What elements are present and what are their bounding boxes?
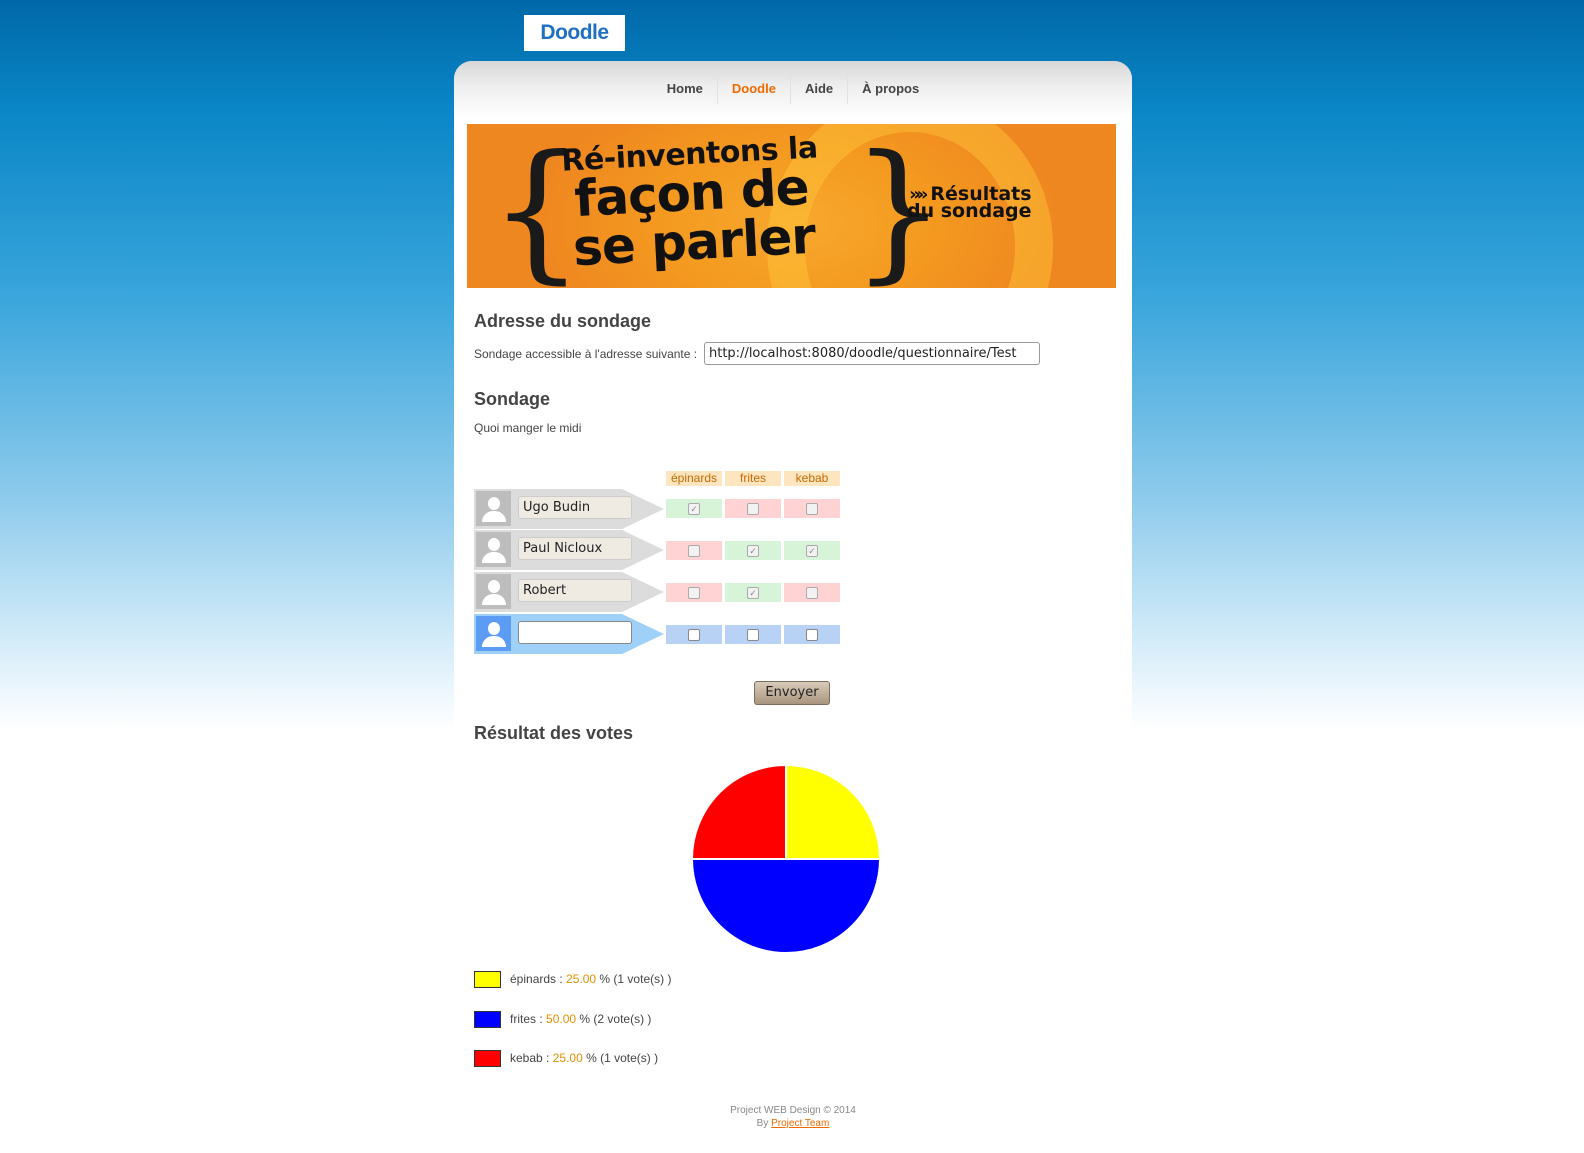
address-title: Adresse du sondage <box>474 311 652 331</box>
legend-label: épinards <box>510 972 557 986</box>
avatar-icon <box>476 574 511 609</box>
vote-cell-new[interactable] <box>666 625 722 644</box>
participant-name: Paul Nicloux <box>518 537 632 560</box>
vote-cell <box>725 499 781 518</box>
legend-votes: % (1 vote(s) ) <box>599 972 672 986</box>
header-banner: { Ré-inventons la façon de se parler } »… <box>467 124 1116 288</box>
checkbox-checked: ✓ <box>806 544 818 557</box>
checkbox-epinards[interactable] <box>688 628 700 641</box>
checkbox-checked: ✓ <box>747 586 759 599</box>
banner-results-line-2: du sondage <box>907 200 1032 222</box>
poll-description: Quoi manger le midi <box>474 421 582 435</box>
address-label: Sondage accessible à l'adresse suivante … <box>474 347 698 361</box>
checkbox-kebab[interactable] <box>806 628 818 641</box>
new-participant-name-input[interactable] <box>518 621 632 644</box>
nav-a-propos[interactable]: À propos <box>847 74 933 104</box>
legend-percent: 50.00 <box>546 1012 577 1026</box>
vote-cell: ✓ <box>666 499 722 518</box>
banner-headline: Ré-inventons la façon de se parler <box>529 130 855 277</box>
legend-text: épinards : 25.00 % (1 vote(s) ) <box>510 972 672 986</box>
pie-slice-kebab <box>690 763 787 860</box>
top-navigation: Home Doodle Aide À propos <box>454 61 1132 117</box>
vote-cell <box>666 541 722 560</box>
nav-home[interactable]: Home <box>653 74 717 104</box>
legend-text: frites : 50.00 % (2 vote(s) ) <box>510 1012 652 1026</box>
avatar-icon <box>476 491 511 526</box>
legend-votes: % (2 vote(s) ) <box>579 1012 652 1026</box>
nav-aide[interactable]: Aide <box>789 74 847 104</box>
pie-slice-épinards <box>785 763 882 860</box>
vote-cell <box>784 583 840 602</box>
vote-cell: ✓ <box>784 541 840 560</box>
poll-url-field[interactable]: http://localhost:8080/doodle/questionnai… <box>704 342 1040 365</box>
checkbox-unchecked <box>806 502 818 515</box>
vote-cell: ✓ <box>725 583 781 602</box>
legend-swatch <box>474 971 501 988</box>
checkbox-unchecked <box>688 586 700 599</box>
checkbox-unchecked <box>747 502 759 515</box>
doodle-logo[interactable]: Doodle <box>524 15 625 51</box>
checkbox-checked: ✓ <box>688 502 700 515</box>
checkbox-checked: ✓ <box>747 544 759 557</box>
legend-label: frites <box>510 1012 537 1026</box>
checkbox-frites[interactable] <box>747 628 759 641</box>
submit-button[interactable]: Envoyer <box>754 681 830 705</box>
option-header-epinards: épinards <box>666 471 722 486</box>
legend-percent: 25.00 <box>552 1051 583 1065</box>
results-title: Résultat des votes <box>474 723 634 743</box>
footer: Project WEB Design © 2014 By Project Tea… <box>454 1104 1132 1130</box>
legend-votes: % (1 vote(s) ) <box>586 1051 659 1065</box>
vote-cell-new[interactable] <box>725 625 781 644</box>
legend-percent: 25.00 <box>566 972 597 986</box>
legend-text: kebab : 25.00 % (1 vote(s) ) <box>510 1051 659 1065</box>
option-header-frites: frites <box>725 471 781 486</box>
legend-label: kebab <box>510 1051 543 1065</box>
banner-results-caption: »» Résultats du sondage <box>907 185 1032 222</box>
pie-slice-frites <box>690 858 882 954</box>
avatar-icon <box>476 616 511 651</box>
vote-cell-new[interactable] <box>784 625 840 644</box>
vote-cell: ✓ <box>725 541 781 560</box>
footer-copyright: Project WEB Design © 2014 <box>730 1105 856 1116</box>
vote-cell <box>784 499 840 518</box>
poll-title: Sondage <box>474 389 551 409</box>
nav-doodle[interactable]: Doodle <box>716 74 790 104</box>
option-header-kebab: kebab <box>784 471 840 486</box>
legend-swatch <box>474 1050 501 1067</box>
main-container: Home Doodle Aide À propos { Ré-inventons… <box>454 61 1132 1153</box>
participant-name: Ugo Budin <box>518 496 632 519</box>
checkbox-unchecked <box>806 586 818 599</box>
footer-team-link[interactable]: Project Team <box>771 1118 829 1129</box>
results-pie-chart <box>690 763 882 954</box>
footer-by: By <box>756 1118 769 1129</box>
vote-cell <box>666 583 722 602</box>
avatar-icon <box>476 532 511 567</box>
participant-name: Robert <box>518 579 632 602</box>
legend-swatch <box>474 1011 501 1028</box>
checkbox-unchecked <box>688 544 700 557</box>
